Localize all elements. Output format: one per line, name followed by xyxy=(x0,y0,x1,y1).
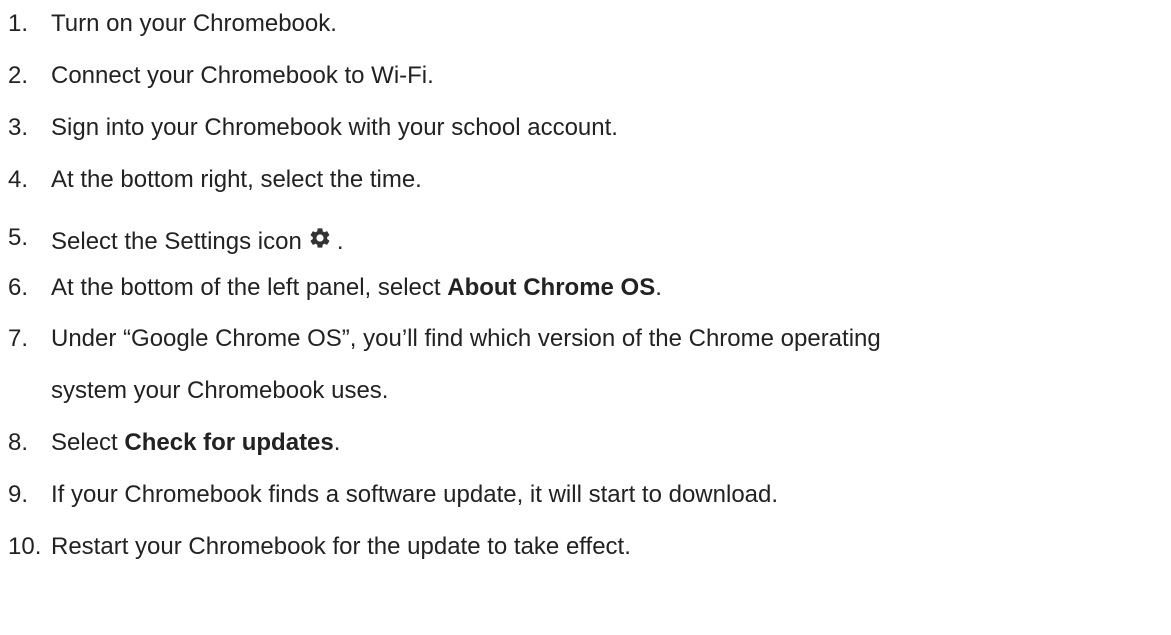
step-number: 3. xyxy=(8,114,29,141)
step-text: At the bottom of the left panel, select xyxy=(51,274,448,301)
step-number: 2. xyxy=(8,62,29,89)
step-text-wrapper: Select the Settings icon. xyxy=(51,226,344,254)
step-text: Select xyxy=(51,429,125,456)
step-number: 1. xyxy=(8,10,29,37)
step-text: If your Chromebook finds a software upda… xyxy=(51,481,779,508)
step-text: Connect your Chromebook to Wi-Fi. xyxy=(51,62,434,89)
instruction-list: 1. Turn on your Chromebook. 2. Connect y… xyxy=(0,0,1171,635)
step-text-end: . xyxy=(333,429,341,456)
step-text: Select the Settings icon xyxy=(51,228,302,255)
step-number: 10. xyxy=(8,533,42,560)
step-text: At the bottom right, select the time. xyxy=(51,166,422,193)
step-number: 8. xyxy=(8,429,29,456)
step-text: Turn on your Chromebook. xyxy=(51,10,337,37)
step-text-continuation: system your Chromebook uses. xyxy=(51,377,389,404)
step-text: Under “Google Chrome OS”, you’ll find wh… xyxy=(51,325,881,352)
step-number: 4. xyxy=(8,166,29,193)
step-text: Sign into your Chromebook with your scho… xyxy=(51,114,618,141)
step-text-wrapper: At the bottom of the left panel, select … xyxy=(51,276,662,300)
step-text-end: . xyxy=(336,228,344,255)
step-text: Restart your Chromebook for the update t… xyxy=(51,533,631,560)
settings-gear-icon xyxy=(308,226,332,250)
step-number: 6. xyxy=(8,274,29,301)
step-text-wrapper: Select Check for updates. xyxy=(51,431,340,455)
step-number: 7. xyxy=(8,325,29,352)
step-number: 9. xyxy=(8,481,29,508)
about-chrome-os-label: About Chrome OS xyxy=(447,274,656,301)
step-text-end: . xyxy=(655,274,662,301)
step-number: 5. xyxy=(8,224,29,251)
check-for-updates-label: Check for updates xyxy=(124,429,334,456)
